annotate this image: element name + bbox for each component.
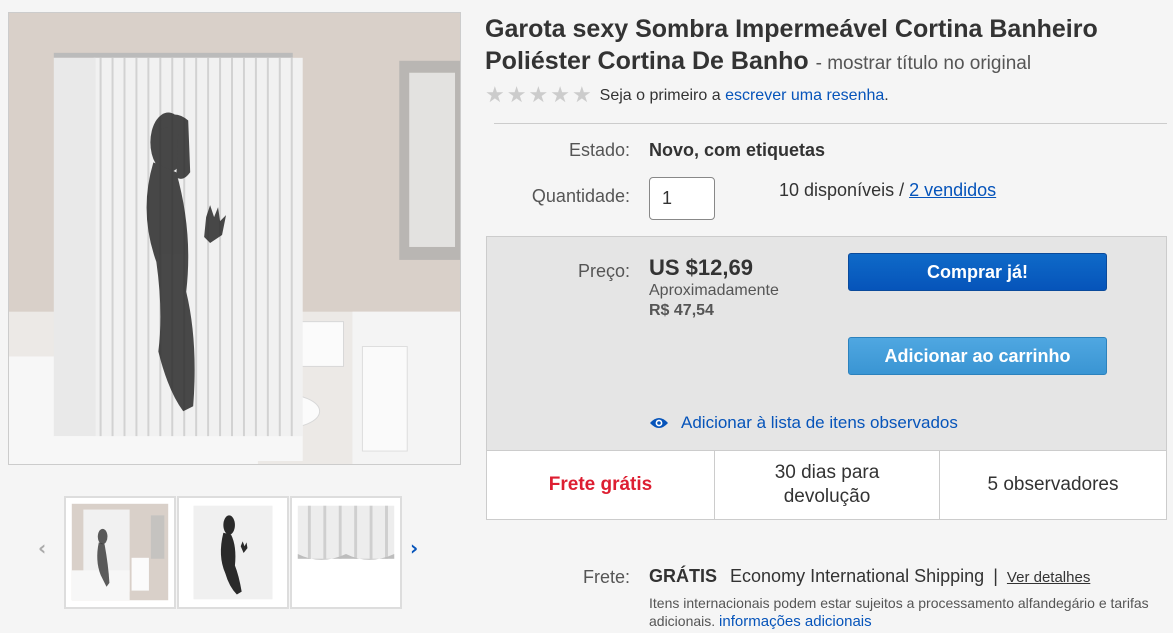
- returns-text: 30 dias para devolução: [774, 462, 880, 507]
- shower-curtain-photo: [9, 13, 460, 464]
- sold-count-link[interactable]: 2 vendidos: [909, 180, 996, 200]
- thumbnail-silhouette-image: [179, 498, 287, 607]
- price-value: US $12,69: [649, 255, 753, 280]
- main-product-image[interactable]: [8, 12, 461, 465]
- rating-stars: ★ ★ ★ ★ ★: [485, 85, 592, 107]
- condition-label: Estado:: [568, 140, 630, 160]
- info-row: Frete grátis 30 dias para devolução 5 ob…: [487, 450, 1166, 519]
- product-title: Garota sexy Sombra Impermeável Cortina B…: [485, 13, 1165, 80]
- chevron-right-icon[interactable]: ›: [410, 538, 418, 558]
- divider: [494, 123, 1167, 124]
- shipping-details-link[interactable]: Ver detalhes: [1007, 569, 1090, 586]
- returns-info: 30 dias para devolução: [715, 451, 940, 519]
- star-empty-icon: ★: [485, 83, 505, 108]
- shipping-label: Frete:: [582, 567, 630, 587]
- approx-label: Aproximadamente: [649, 282, 779, 299]
- quantity-input[interactable]: [649, 177, 715, 220]
- watchers-count: 5 observadores: [987, 474, 1119, 495]
- condition-value: Novo, com etiquetas: [649, 140, 826, 160]
- star-empty-icon: ★: [571, 83, 592, 108]
- thumbnail-3[interactable]: [290, 496, 402, 609]
- shipping-note: Itens internacionais podem estar sujeito…: [649, 594, 1159, 631]
- shipping-method: Economy International Shipping: [730, 566, 985, 586]
- watchlist-link[interactable]: Adicionar à lista de itens observados: [681, 413, 958, 433]
- free-shipping-badge: Frete grátis: [487, 451, 715, 519]
- thumbnail-bathroom-image: [66, 498, 174, 607]
- shipping-separator: |: [993, 566, 998, 586]
- chevron-left-icon[interactable]: ‹: [38, 538, 46, 558]
- availability: 10 disponíveis / 2 vendidos: [779, 180, 996, 201]
- approx-value: R$ 47,54: [649, 302, 714, 319]
- shipping-free: GRÁTIS: [649, 566, 718, 586]
- thumbnail-curtain-detail-image: [292, 498, 400, 607]
- thumbnail-2[interactable]: [177, 496, 289, 609]
- add-to-cart-button[interactable]: Adicionar ao carrinho: [848, 337, 1107, 375]
- thumbnail-1[interactable]: [64, 496, 176, 609]
- show-original-title-link[interactable]: - mostrar título no original: [816, 53, 1031, 74]
- rating-row: ★ ★ ★ ★ ★ Seja o primeiro a escrever uma…: [485, 84, 889, 108]
- write-review-link[interactable]: escrever uma resenha: [725, 87, 884, 104]
- shipping-value: GRÁTIS Economy International Shipping | …: [649, 566, 1090, 587]
- available-count: 10 disponíveis /: [779, 180, 905, 200]
- eye-icon: [650, 418, 668, 428]
- buy-now-button[interactable]: Comprar já!: [848, 253, 1107, 291]
- price-box: Preço: US $12,69 Aproximadamente R$ 47,5…: [486, 236, 1167, 520]
- add-to-watchlist[interactable]: Adicionar à lista de itens observados: [649, 413, 958, 433]
- more-info-link[interactable]: informações adicionais: [719, 613, 872, 630]
- star-empty-icon: ★: [528, 83, 549, 108]
- star-empty-icon: ★: [506, 83, 527, 108]
- price-label: Preço:: [577, 261, 630, 281]
- rating-prompt-text: Seja o primeiro a: [599, 87, 721, 104]
- rating-prompt: Seja o primeiro a escrever uma resenha.: [600, 87, 889, 105]
- star-empty-icon: ★: [550, 83, 570, 108]
- quantity-label: Quantidade:: [531, 186, 630, 206]
- rating-prompt-period: .: [884, 87, 889, 104]
